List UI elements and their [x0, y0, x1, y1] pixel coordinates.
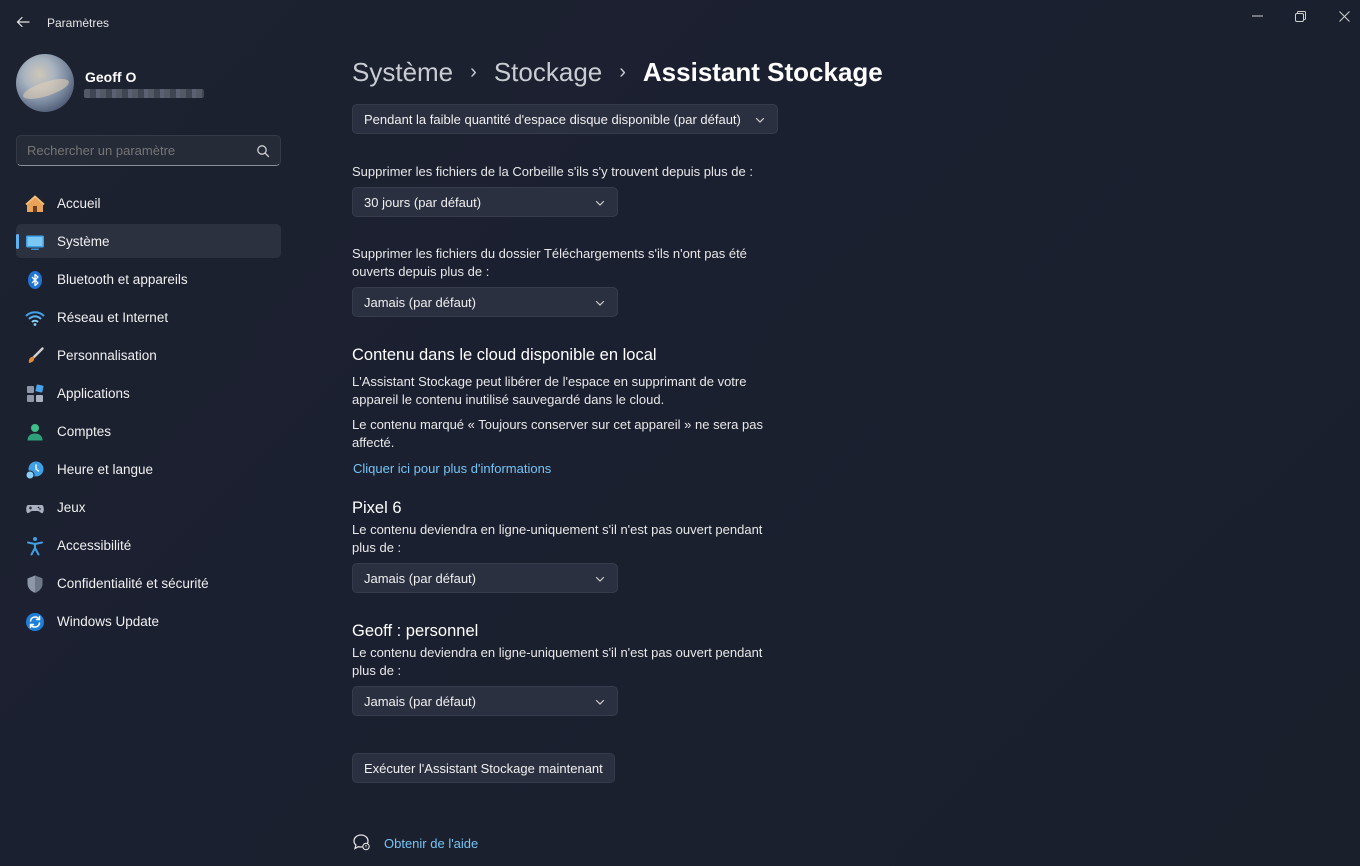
search-input[interactable] [27, 143, 247, 158]
sidebar-item-confidentialite[interactable]: Confidentialité et sécurité [16, 566, 281, 600]
recycle-bin-dropdown[interactable]: 30 jours (par défaut) [352, 187, 618, 217]
breadcrumb-stockage[interactable]: Stockage [494, 57, 602, 88]
bluetooth-icon [28, 271, 42, 289]
user-profile[interactable]: Geoff O [16, 54, 296, 114]
onedrive-section-title: Geoff : personnel [352, 622, 479, 640]
sidebar-item-label: Confidentialité et sécurité [57, 576, 209, 591]
back-arrow-icon [16, 16, 30, 28]
search-icon[interactable] [256, 144, 270, 158]
sidebar-item-label: Réseau et Internet [57, 310, 169, 325]
breadcrumb: Système › Stockage › Assistant Stockage [352, 54, 883, 90]
onedrive-label: Le contenu deviendra en ligne-uniquement… [352, 645, 763, 678]
chevron-right-icon: › [470, 60, 477, 83]
apps-icon [27, 384, 44, 402]
gamepad-icon [26, 505, 44, 514]
sidebar-item-label: Jeux [57, 500, 86, 515]
onedrive-dropdown[interactable]: Jamais (par défaut) [352, 686, 618, 716]
cloud-section-title: Contenu dans le cloud disponible en loca… [352, 346, 657, 364]
sidebar-item-label: Bluetooth et appareils [57, 272, 188, 287]
search-box[interactable] [16, 135, 281, 166]
sidebar-item-heure[interactable]: Heure et langue [16, 452, 281, 486]
chevron-down-icon [755, 117, 765, 123]
app-title: Paramètres [47, 16, 110, 30]
chevron-down-icon [595, 300, 605, 306]
accessibility-icon [27, 537, 43, 556]
sidebar-item-systeme[interactable]: Système [16, 224, 281, 258]
sidebar-item-bluetooth[interactable]: Bluetooth et appareils [16, 262, 281, 296]
breadcrumb-systeme[interactable]: Système [352, 57, 453, 88]
dropdown-value: Pendant la faible quantité d'espace disq… [364, 112, 741, 127]
close-icon [1338, 10, 1350, 22]
sidebar-item-applications[interactable]: Applications [16, 376, 281, 410]
wifi-icon [25, 311, 45, 326]
sidebar-item-label: Accueil [57, 196, 101, 211]
profile-email-redacted [84, 89, 204, 98]
person-icon [27, 424, 43, 441]
home-icon [25, 195, 45, 212]
more-info-link[interactable]: Cliquer ici pour plus d'informations [353, 461, 551, 476]
pixel-dropdown[interactable]: Jamais (par défaut) [352, 563, 618, 593]
paintbrush-icon [28, 347, 44, 363]
sidebar-item-label: Personnalisation [57, 348, 157, 363]
sidebar-item-label: Accessibilité [57, 538, 132, 553]
profile-name: Geoff O [85, 69, 137, 85]
page-title: Assistant Stockage [642, 56, 883, 87]
update-icon [26, 613, 44, 631]
sidebar-item-label: Applications [57, 386, 130, 401]
dropdown-value: Jamais (par défaut) [364, 571, 476, 586]
avatar [16, 54, 74, 112]
shield-icon [27, 575, 43, 593]
clock-globe-icon [25, 461, 44, 480]
sidebar-item-accueil[interactable]: Accueil [16, 186, 281, 220]
dropdown-value: Jamais (par défaut) [364, 295, 476, 310]
chevron-right-icon: › [619, 60, 626, 83]
cloud-note: Le contenu marqué « Toujours conserver s… [352, 417, 763, 450]
recycle-bin-label: Supprimer les fichiers de la Corbeille s… [352, 164, 753, 179]
chevron-down-icon [595, 200, 605, 206]
run-storage-sense-button[interactable]: Exécuter l'Assistant Stockage maintenant [352, 753, 615, 783]
sidebar-item-jeux[interactable]: Jeux [16, 490, 281, 524]
sidebar-item-label: Système [57, 234, 110, 249]
sidebar-nav: Accueil Système Bluetooth et appareils R… [16, 186, 281, 642]
minimize-icon [1251, 15, 1263, 17]
downloads-dropdown[interactable]: Jamais (par défaut) [352, 287, 618, 317]
chevron-down-icon [595, 699, 605, 705]
sidebar-item-personnalisation[interactable]: Personnalisation [16, 338, 281, 372]
pixel-section-title: Pixel 6 [352, 499, 402, 517]
pixel-label: Le contenu deviendra en ligne-uniquement… [352, 522, 763, 555]
help-label: Obtenir de l'aide [384, 836, 479, 851]
sidebar-item-label: Heure et langue [57, 462, 154, 477]
sidebar-item-reseau[interactable]: Réseau et Internet [16, 300, 281, 334]
button-label: Exécuter l'Assistant Stockage maintenant [364, 761, 603, 776]
sidebar-item-label: Comptes [57, 424, 112, 439]
minimize-button[interactable] [1242, 6, 1272, 26]
sidebar-item-comptes[interactable]: Comptes [16, 414, 281, 448]
cloud-description: L'Assistant Stockage peut libérer de l'e… [352, 374, 747, 407]
sidebar-item-label: Windows Update [57, 614, 160, 629]
sidebar-item-accessibilite[interactable]: Accessibilité [16, 528, 281, 562]
back-button[interactable] [12, 11, 34, 33]
close-button[interactable] [1329, 6, 1359, 26]
maximize-icon [1294, 10, 1306, 22]
dropdown-value: Jamais (par défaut) [364, 694, 476, 709]
title-bar: Paramètres [0, 0, 1360, 46]
monitor-icon [26, 235, 44, 250]
dropdown-value: 30 jours (par défaut) [364, 195, 482, 210]
restore-button[interactable] [1285, 6, 1315, 26]
help-chat-icon [353, 834, 370, 851]
downloads-label: Supprimer les fichiers du dossier Téléch… [352, 246, 747, 279]
run-frequency-dropdown[interactable]: Pendant la faible quantité d'espace disq… [352, 104, 778, 134]
sidebar-item-windows-update[interactable]: Windows Update [16, 604, 281, 638]
chevron-down-icon [595, 576, 605, 582]
